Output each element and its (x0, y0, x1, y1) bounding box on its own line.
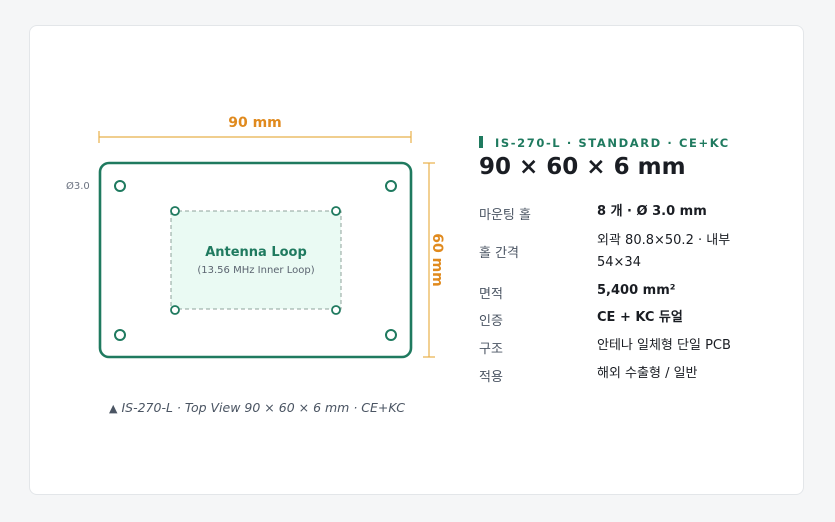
spec-value: 5,400 mm² (597, 283, 676, 298)
spec-label: 인증 (479, 314, 503, 329)
model-line-text: IS-270-L · STANDARD · CE+KC (495, 136, 730, 150)
spec-value: 외곽 80.8×50.2 · 내부 54×34 (597, 233, 731, 270)
spec-label: 면적 (479, 287, 503, 302)
spec-value: CE + KC 듀얼 (597, 310, 683, 325)
spec-label: 적용 (479, 370, 503, 385)
spec-value: 안테나 일체형 단일 PCB (597, 338, 731, 353)
size-title: 90 × 60 × 6 mm (479, 154, 686, 180)
spec-label: 구조 (479, 342, 503, 357)
spec-value: 8 개 · Ø 3.0 mm (597, 204, 707, 219)
model-line: IS-270-L · STANDARD · CE+KC (479, 136, 730, 150)
accent-bar (479, 136, 483, 148)
spec-label: 홀 간격 (479, 246, 520, 261)
spec-value: 해외 수출형 / 일반 (597, 366, 698, 381)
spec-label: 마운팅 홀 (479, 208, 531, 223)
